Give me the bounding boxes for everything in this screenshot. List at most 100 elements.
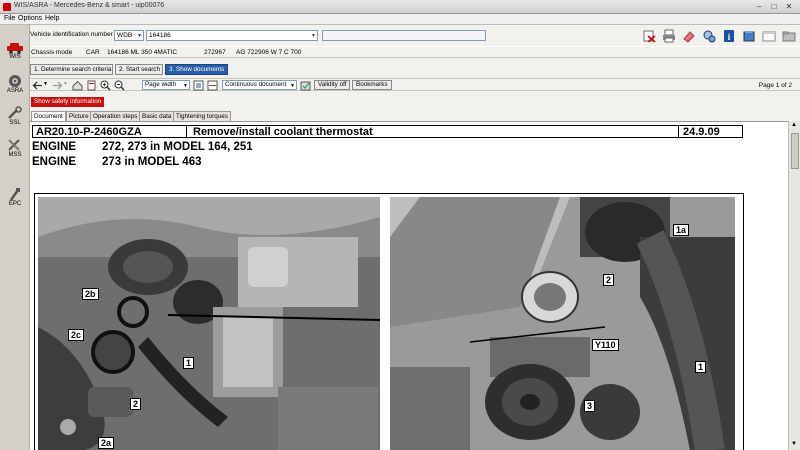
chevron-down-icon: ▼: [183, 83, 188, 89]
nav-wis[interactable]: WIS: [0, 39, 30, 69]
wrench-icon: [8, 106, 22, 119]
clear-icon[interactable]: [642, 29, 656, 43]
tools-icon: [8, 139, 20, 151]
nav-label: SSL: [9, 120, 21, 126]
info-icon[interactable]: i: [722, 29, 736, 43]
vin-input[interactable]: 164186 ▼: [146, 30, 318, 41]
wheel-icon: [9, 75, 21, 87]
tab-operation-steps[interactable]: Operation steps: [90, 111, 141, 121]
left-nav: WIS ASRA SSL MSS EPC: [0, 25, 30, 450]
document-title: Remove/install coolant thermostat: [193, 126, 373, 138]
callout-label: 2: [130, 398, 142, 410]
books-icon[interactable]: [742, 29, 756, 43]
validity-icon[interactable]: [300, 80, 311, 91]
chevron-down-icon[interactable]: ▼: [63, 81, 68, 87]
zoom-in-icon[interactable]: [100, 80, 111, 91]
print-icon[interactable]: [662, 29, 676, 43]
callout-label: 1: [695, 361, 707, 373]
tab-document[interactable]: Document: [31, 111, 66, 121]
engine-bay-photo: 2b 2c 1 2 2a: [38, 197, 380, 450]
zoom-value: Page width: [145, 81, 177, 88]
eraser-icon[interactable]: [682, 29, 696, 43]
car-icon: [7, 43, 23, 54]
chevron-down-icon[interactable]: ▼: [43, 81, 48, 87]
chevron-down-icon: ▼: [290, 83, 295, 89]
fit-page-icon[interactable]: [193, 80, 204, 91]
callout-label: 2b: [82, 288, 99, 300]
engine-applicability: 272, 273 in MODEL 164, 251: [102, 141, 253, 153]
document-header: AR20.10-P-2460GZA Remove/install coolant…: [32, 125, 743, 138]
vehicle-type: CAR: [86, 49, 100, 56]
minimize-button[interactable]: –: [752, 2, 766, 12]
callout-label: 2c: [68, 329, 85, 341]
nav-mss[interactable]: MSS: [0, 136, 30, 166]
nav-label: WIS: [9, 54, 21, 60]
document-view[interactable]: AR20.10-P-2460GZA Remove/install coolant…: [30, 121, 788, 450]
tab-picture[interactable]: Picture: [66, 111, 92, 121]
home-icon[interactable]: [72, 80, 83, 91]
zoom-select[interactable]: Page width ▼: [142, 80, 190, 90]
nav-label: ASRA: [6, 88, 24, 94]
nav-epc[interactable]: EPC: [0, 185, 30, 215]
chevron-down-icon: ▼: [137, 33, 142, 39]
engine-code: 272967: [204, 49, 226, 56]
menu-options[interactable]: Options: [18, 15, 42, 22]
bookmarks-button[interactable]: Bookmarks: [352, 80, 392, 90]
callout-label: 2a: [98, 437, 115, 449]
window-title: WIS/ASRA - Mercedes-Benz & smart - uip00…: [14, 2, 165, 9]
forward-arrow-icon[interactable]: [52, 81, 63, 90]
fit-width-icon[interactable]: [207, 80, 218, 91]
engine-label: ENGINE: [32, 141, 77, 153]
callout-label: 2: [603, 274, 615, 286]
close-button[interactable]: ✕: [782, 2, 796, 12]
document-date: 24.9.09: [683, 126, 720, 138]
page-info: Page 1 of 2: [758, 82, 792, 89]
document-pdf-icon[interactable]: [86, 80, 97, 91]
back-arrow-icon[interactable]: [32, 81, 43, 90]
step-show-documents[interactable]: 3. Show documents: [165, 64, 228, 75]
header-divider: [678, 126, 679, 138]
main-panel: Vehicle identification number WDB ▼ 1641…: [30, 25, 800, 450]
zoom-out-icon[interactable]: [114, 80, 125, 91]
show-safety-info-button[interactable]: Show safety information: [31, 97, 105, 107]
folder-icon[interactable]: [782, 29, 796, 43]
callout-label: Y110: [592, 339, 619, 351]
search-settings-icon[interactable]: [702, 29, 716, 43]
vin-value: 164186: [149, 32, 171, 39]
tab-tightening-torques[interactable]: Tightening torques: [173, 111, 231, 121]
tab-basic-data[interactable]: Basic data: [139, 111, 175, 121]
menu-bar: File Options Help: [0, 14, 800, 25]
view-mode-select[interactable]: Continuous document ▼: [222, 80, 297, 90]
nav-label: EPC: [8, 201, 22, 207]
chevron-down-icon: ▼: [311, 33, 316, 39]
document-id: AR20.10-P-2460GZA: [36, 126, 142, 138]
engine-bay-image: [38, 197, 380, 450]
maximize-button[interactable]: □: [767, 2, 781, 12]
chassis-row: Chassis mode CAR 164186 ML 350 4MATIC 27…: [30, 46, 800, 58]
menu-file[interactable]: File: [4, 15, 15, 22]
callout-label: 1a: [673, 224, 690, 236]
vin-extra-field[interactable]: [322, 30, 486, 41]
step-determine-criteria[interactable]: 1. Determine search criteria: [30, 64, 113, 75]
menu-help[interactable]: Help: [45, 15, 59, 22]
vin-prefix-value: WDB: [117, 32, 133, 39]
header-divider: [186, 126, 187, 138]
callout-label: 1: [183, 357, 195, 369]
engine-applicability: 273 in MODEL 463: [102, 156, 202, 168]
step-start-search[interactable]: 2. Start search: [115, 64, 163, 75]
vertical-scrollbar[interactable]: ▲ ▼: [788, 121, 800, 450]
view-mode-value: Continuous document: [225, 81, 287, 88]
vin-row: Vehicle identification number WDB ▼ 1641…: [30, 28, 800, 44]
nav-ssl[interactable]: SSL: [0, 104, 30, 134]
scroll-up-icon[interactable]: ▲: [791, 122, 797, 128]
validity-off-button[interactable]: Validity off: [314, 80, 351, 90]
title-bar: WIS/ASRA - Mercedes-Benz & smart - uip00…: [0, 0, 800, 14]
app-icon: [3, 3, 11, 11]
scroll-down-icon[interactable]: ▼: [791, 441, 797, 447]
thermostat-detail-photo: 1a 2 Y110 1 3: [390, 197, 735, 450]
nav-asra[interactable]: ASRA: [0, 72, 30, 102]
scroll-thumb[interactable]: [791, 133, 799, 169]
vin-prefix-select[interactable]: WDB ▼: [114, 30, 144, 41]
callout-label: 3: [584, 400, 596, 412]
window-icon[interactable]: [762, 29, 776, 43]
